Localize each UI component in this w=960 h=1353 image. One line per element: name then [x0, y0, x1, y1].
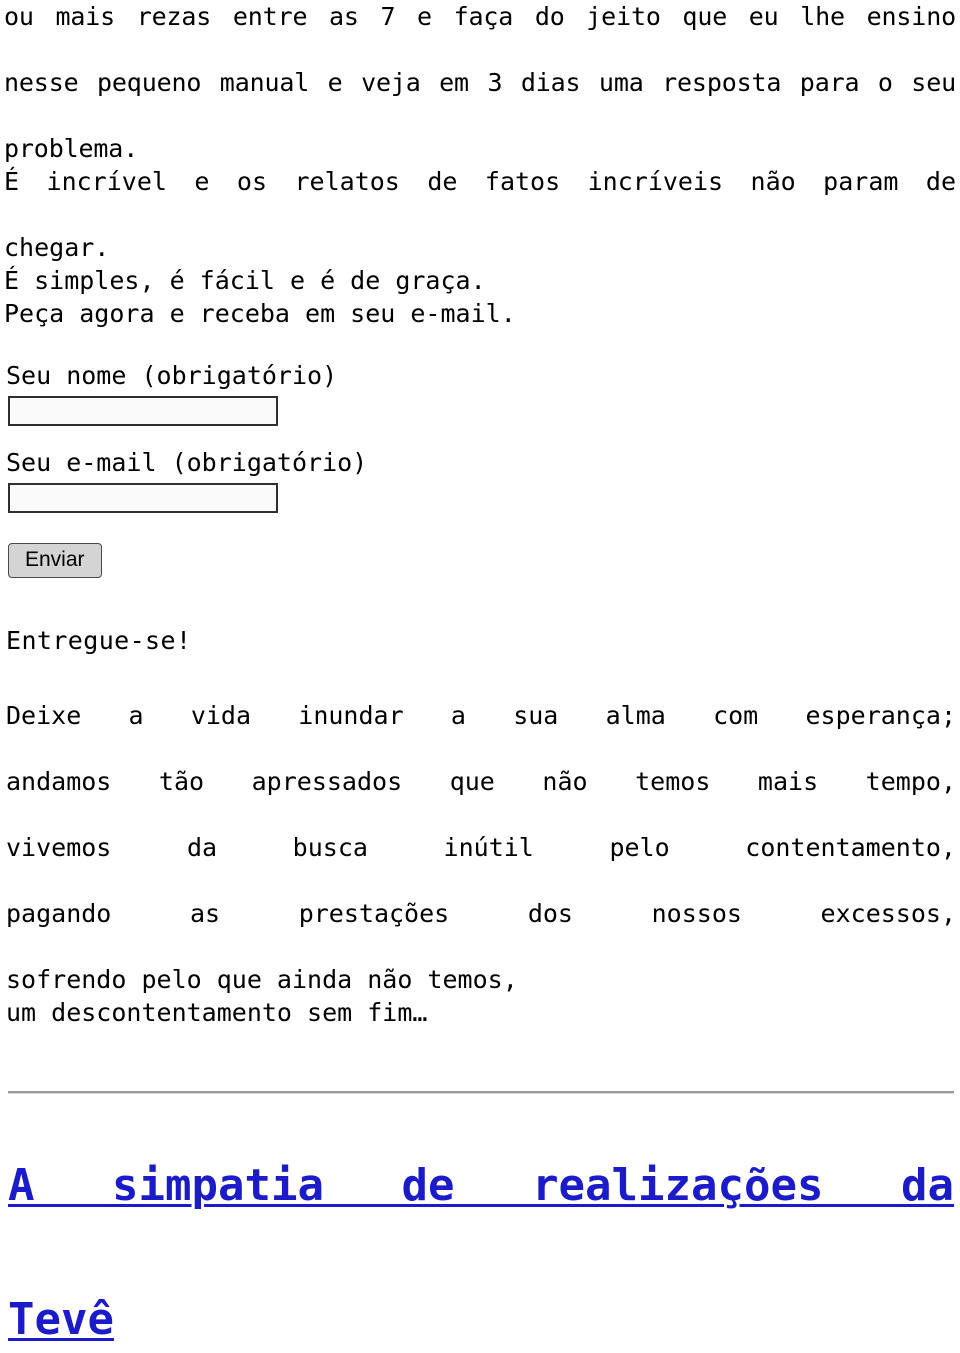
poem-line-6: um descontentamento sem fim…: [6, 998, 428, 1027]
poem-block: Deixe a vida inundar a sua alma com espe…: [6, 699, 956, 1029]
pitch-line-3: É simples, é fácil e é de graça.: [4, 266, 486, 295]
name-input[interactable]: [8, 396, 278, 426]
name-field-label: Seu nome (obrigatório): [6, 361, 338, 390]
form-spacer: [4, 426, 956, 446]
page-root: ou mais rezas entre as 7 e faça do jeito…: [0, 0, 960, 1345]
next-post-link[interactable]: A simpatia de realizações da Tevê: [8, 1152, 954, 1353]
intro-line-2: nesse pequeno manual e veja em 3 dias um…: [4, 68, 956, 97]
section-heading: Entregue-se!: [6, 626, 192, 655]
submit-button[interactable]: Enviar: [8, 543, 102, 578]
submit-row: Enviar: [4, 543, 956, 578]
subscribe-form: Seu nome (obrigatório) Seu e-mail (obrig…: [4, 359, 956, 578]
section-divider: [8, 1091, 954, 1094]
pitch-line-2: chegar.: [4, 233, 110, 262]
email-field-label: Seu e-mail (obrigatório): [6, 448, 368, 477]
pitch-line-4: Peça agora e receba em seu e-mail.: [4, 299, 516, 328]
poem-line-3: vivemos da busca inútil pelo contentamen…: [6, 833, 956, 862]
poem-line-2: andamos tão apressados que não temos mai…: [6, 767, 956, 796]
intro-line-1: ou mais rezas entre as 7 e faça do jeito…: [4, 2, 956, 31]
email-input[interactable]: [8, 483, 278, 513]
intro-paragraph: ou mais rezas entre as 7 e faça do jeito…: [4, 0, 956, 165]
next-post-link-line-2: Tevê: [8, 1294, 114, 1345]
pitch-paragraph: É incrível e os relatos de fatos incríve…: [4, 165, 956, 330]
next-post-link-line-1: A simpatia de realizações da: [8, 1160, 954, 1211]
intro-line-3: problema.: [4, 134, 139, 163]
poem-line-5: sofrendo pelo que ainda não temos,: [6, 965, 518, 994]
poem-line-4: pagando as prestações dos nossos excesso…: [6, 899, 956, 928]
pitch-line-1: É incrível e os relatos de fatos incríve…: [4, 167, 956, 196]
footer-link-wrap: A simpatia de realizações da Tevê: [4, 1152, 956, 1353]
poem-line-1: Deixe a vida inundar a sua alma com espe…: [6, 701, 956, 730]
